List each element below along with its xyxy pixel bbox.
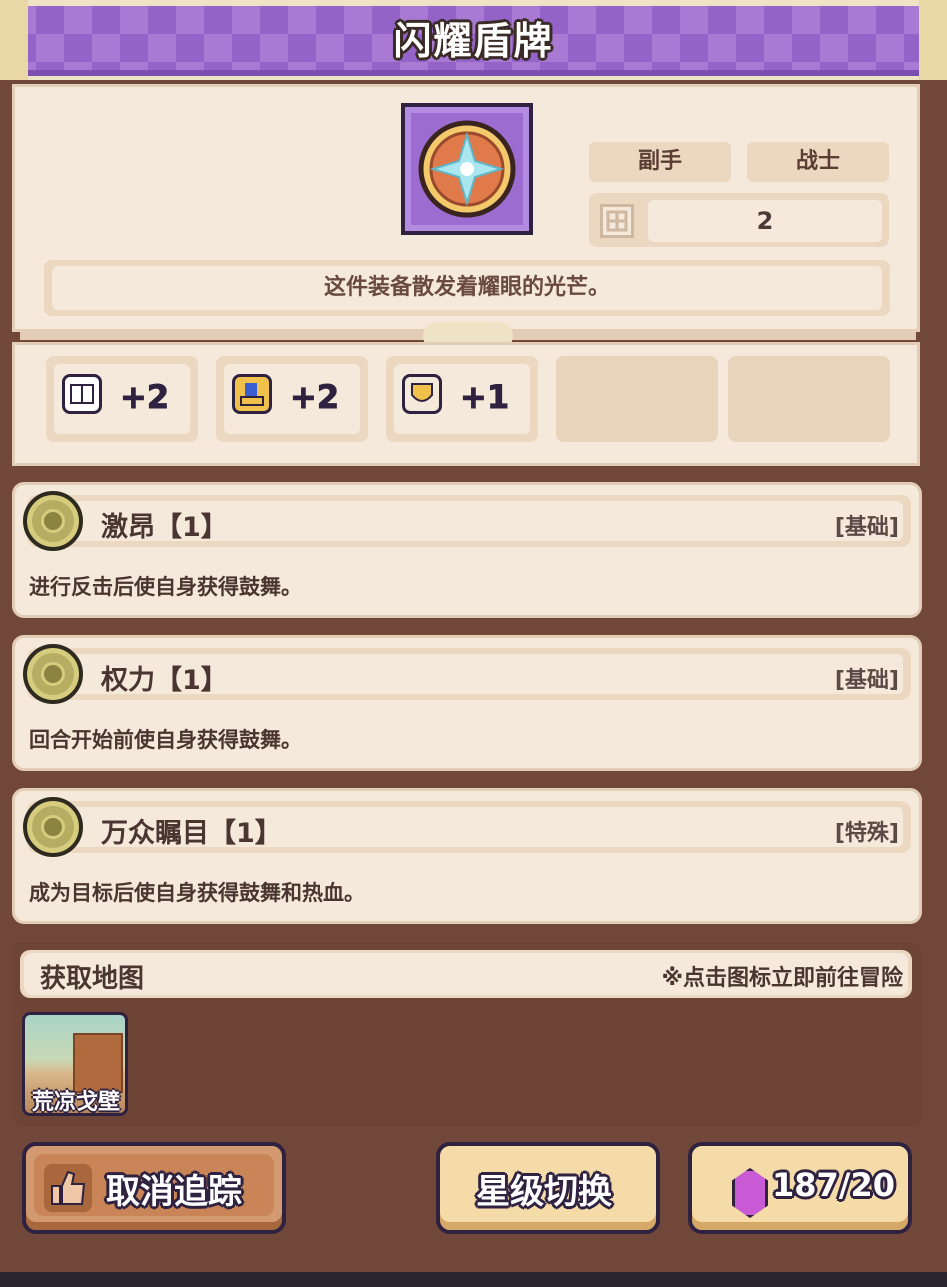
slot-type-tag: 副手 (589, 142, 731, 182)
gem-cost-label: 187/20 (772, 1166, 896, 1204)
untrack-label: 取消追踪 (106, 1172, 242, 1212)
trait-coin-icon (23, 644, 83, 704)
slot-grid-icon (600, 204, 634, 238)
star-switch-button[interactable]: 星级切换 (436, 1142, 660, 1234)
map-location-label: 荒凉戈壁 (31, 1090, 120, 1115)
thumbs-up-icon (44, 1164, 92, 1212)
star-switch-label: 星级切换 (476, 1172, 612, 1212)
trait-tag: [基础] (834, 515, 899, 540)
gem-cost-button[interactable]: 187/20 (688, 1142, 912, 1234)
slot-count-value: 2 (648, 200, 882, 242)
book-icon (62, 374, 102, 414)
stat-cell: +1 (386, 356, 538, 442)
bottom-strip (0, 1272, 947, 1287)
stat-cell-empty (728, 356, 890, 442)
trait-description: 进行反击后使自身获得鼓舞。 (29, 575, 302, 599)
gem-icon (732, 1168, 768, 1218)
trait-coin-icon (23, 491, 83, 551)
trait-card: 权力【1】 [基础] 回合开始前使自身获得鼓舞。 (12, 635, 922, 771)
stat-value: +2 (119, 378, 170, 417)
boot-icon (232, 374, 272, 414)
trait-name: 万众瞩目【1】 (101, 818, 282, 849)
item-description: 这件装备散发着耀眼的光芒。 (52, 266, 882, 310)
stat-cell: +2 (216, 356, 368, 442)
stat-value: +1 (459, 378, 510, 417)
trait-tag: [基础] (834, 668, 899, 693)
item-title: 闪耀盾牌 (393, 19, 554, 63)
shield-emblem-icon (401, 103, 533, 235)
class-tag: 战士 (747, 142, 889, 182)
trait-card: 激昂【1】 [基础] 进行反击后使自身获得鼓舞。 (12, 482, 922, 618)
trait-name: 权力【1】 (101, 665, 228, 696)
untrack-button[interactable]: 取消追踪 (22, 1142, 286, 1234)
stat-cell: +2 (46, 356, 198, 442)
trait-description: 回合开始前使自身获得鼓舞。 (29, 728, 302, 752)
shield-icon (402, 374, 442, 414)
trait-tag: [特殊] (834, 821, 899, 846)
stat-value: +2 (289, 378, 340, 417)
stat-cell-empty (556, 356, 718, 442)
trait-description: 成为目标后使自身获得鼓舞和热血。 (29, 881, 365, 905)
title-banner: 闪耀盾牌 (0, 0, 947, 80)
trait-coin-icon (23, 797, 83, 857)
trait-card: 万众瞩目【1】 [特殊] 成为目标后使自身获得鼓舞和热血。 (12, 788, 922, 924)
trait-name: 激昂【1】 (101, 512, 228, 543)
map-hint: ※点击图标立即前往冒险 (661, 966, 903, 991)
map-title: 获取地图 (40, 964, 145, 994)
